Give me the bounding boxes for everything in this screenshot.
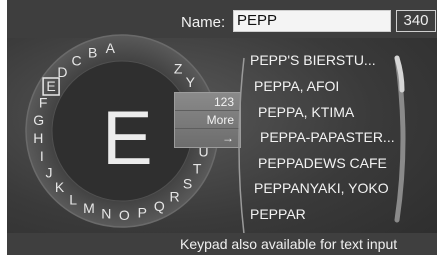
wheel-letter-e[interactable]: E bbox=[46, 78, 55, 94]
selected-letter-preview: E bbox=[102, 96, 153, 181]
keypad-hint: Keypad also available for text input bbox=[180, 236, 398, 252]
list-separator bbox=[238, 57, 245, 235]
more-option[interactable]: More bbox=[175, 111, 240, 129]
wheel-letter-c[interactable]: C bbox=[71, 52, 81, 68]
result-item[interactable]: PEPP'S BIERSTU... bbox=[250, 52, 376, 68]
wheel-letter-s[interactable]: S bbox=[183, 176, 192, 192]
wheel-letter-p[interactable]: P bbox=[138, 205, 147, 221]
result-item[interactable]: PEPPA, KTIMA bbox=[258, 104, 354, 120]
wheel-letter-r[interactable]: R bbox=[170, 189, 180, 205]
list-scrollbar[interactable] bbox=[393, 54, 409, 224]
wheel-letter-a[interactable]: A bbox=[106, 40, 116, 56]
wheel-letter-h[interactable]: H bbox=[33, 130, 43, 146]
result-item[interactable]: PEPPAR bbox=[250, 206, 306, 222]
confirm-arrow-option[interactable]: → bbox=[175, 129, 240, 147]
wheel-letter-b[interactable]: B bbox=[88, 44, 97, 60]
numbers-option[interactable]: 123 bbox=[175, 93, 240, 111]
keyboard-options-popup: 123 More → bbox=[174, 92, 241, 148]
wheel-letter-n[interactable]: N bbox=[101, 206, 111, 222]
wheel-letter-z[interactable]: Z bbox=[174, 61, 183, 77]
wheel-letter-y[interactable]: Y bbox=[186, 74, 196, 90]
wheel-letter-g[interactable]: G bbox=[33, 112, 44, 128]
wheel-letter-l[interactable]: L bbox=[69, 191, 77, 207]
navigation-screen: Name: PEPP 340 ABCDEFGHIJKLMNOPQRSTUVWXY… bbox=[7, 0, 437, 255]
result-item[interactable]: PEPPA, AFOI bbox=[254, 78, 339, 94]
wheel-letter-j[interactable]: J bbox=[46, 165, 53, 181]
wheel-letter-i[interactable]: I bbox=[40, 148, 44, 164]
result-item[interactable]: PEPPA-PAPASTER... bbox=[260, 129, 395, 145]
result-item[interactable]: PEPPANYAKI, YOKO bbox=[254, 180, 389, 196]
result-item[interactable]: PEPPADEWS CAFE bbox=[258, 155, 387, 171]
wheel-letter-f[interactable]: F bbox=[39, 94, 48, 110]
wheel-letter-o[interactable]: O bbox=[119, 207, 130, 223]
wheel-letter-q[interactable]: Q bbox=[154, 198, 165, 214]
wheel-letter-m[interactable]: M bbox=[83, 200, 95, 216]
wheel-letter-t[interactable]: T bbox=[193, 160, 202, 176]
hint-bar: Keypad also available for text input bbox=[7, 233, 437, 255]
wheel-letter-k[interactable]: K bbox=[55, 179, 65, 195]
